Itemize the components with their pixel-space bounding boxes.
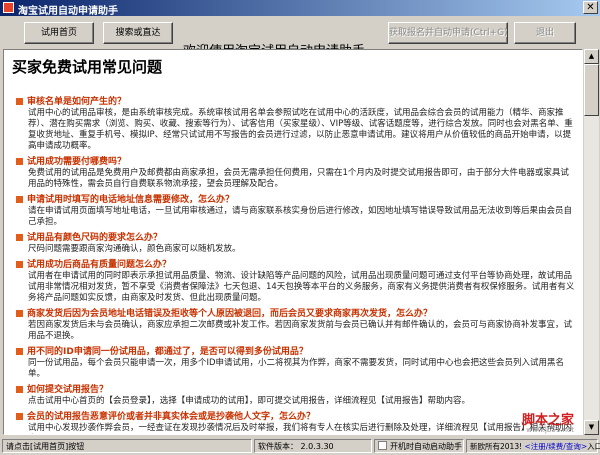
- faq-question-text: 如何提交试用报告？: [27, 385, 109, 395]
- autostart-checkbox[interactable]: [378, 441, 387, 450]
- faq-answer: 同一份试用品，每个会员只能申请一次，用多个ID申请试用，小二将视其为作弊，商家不…: [28, 358, 565, 379]
- autostart-label: 开机时自动启动助手: [390, 442, 462, 451]
- home-button[interactable]: 试用首页: [24, 22, 94, 44]
- scroll-thumb[interactable]: [584, 64, 599, 116]
- faq-question-text: 用不同的ID申请同一份试用品，都通过了，是否可以得到多份试用品？: [27, 347, 308, 357]
- scroll-down-icon[interactable]: ▼: [584, 420, 599, 435]
- page-title: 买家免费试用常见问题: [12, 58, 163, 76]
- status-bar: 请点击[试用首页]按钮 软件版本： 2.0.3.30 开机时自动启动助手 新欧所…: [0, 437, 600, 455]
- faq-question-text: 试用成功后商品有质量问题怎么办？: [27, 260, 172, 270]
- faq-question-text: 申请试用时填写的电话地址信息需要修改，怎么办？: [27, 195, 235, 205]
- bullet-icon: [16, 310, 23, 317]
- faq-question: 审核名单是如何产生的？: [16, 96, 576, 108]
- bullet-icon: [16, 413, 23, 420]
- faq-answer: 尺码问题需要跟商家沟通确认，颜色商家可以随机发放。: [28, 244, 241, 254]
- faq-question: 如何提交试用报告？: [16, 384, 576, 396]
- faq-answer: 试用中心发现抄袭作弊会员，一经查证在发现抄袭情况后及时举报，我们将有专人在核实后…: [28, 423, 573, 433]
- autostart-cell[interactable]: 开机时自动启动助手: [374, 439, 464, 453]
- close-button[interactable]: ✕: [583, 1, 598, 14]
- faq-content-pane[interactable]: 买家免费试用常见问题 审核名单是如何产生的？ 试用中心的试用品审核，是由系统审核完…: [3, 49, 583, 435]
- fetch-apply-button[interactable]: 获取报名并自动申请(Ctrl+G): [388, 22, 508, 44]
- faq-question-text: 审核名单是如何产生的？: [27, 97, 127, 107]
- bullet-icon: [16, 196, 23, 203]
- faq-question-text: 试用品有颜色尺码的要求怎么办？: [27, 233, 163, 243]
- bullet-icon: [16, 98, 23, 105]
- register-link[interactable]: <注册/续费/查询>: [524, 442, 587, 451]
- entry-text: 入口: [587, 442, 600, 451]
- toolbar: 试用首页 搜索或直达 欢迎使用淘宝试用自动申请助手... 获取报名并自动申请(C…: [0, 16, 600, 59]
- faq-question: 试用成功需要付哪费吗？: [16, 156, 576, 168]
- app-icon: [3, 2, 14, 13]
- faq-question: 试用品有颜色尺码的要求怎么办？: [16, 232, 576, 244]
- faq-question: 用不同的ID申请同一份试用品，都通过了，是否可以得到多份试用品？: [16, 346, 576, 358]
- bullet-icon: [16, 261, 23, 268]
- watermark-url: www.jb51.net: [526, 426, 574, 434]
- faq-question: 申请试用时填写的电话地址信息需要修改，怎么办？: [16, 194, 576, 206]
- copyright-cell: 新欧所有2013! <注册/续费/查询>入口: [466, 439, 600, 453]
- version-label: 软件版本：: [258, 442, 298, 451]
- faq-question-text: 试用成功需要付哪费吗？: [27, 157, 127, 167]
- faq-answer: 若因商家发货后未与会员确认，商家应承担二次邮费或补发工作。若因商家发货前与会员已…: [28, 320, 573, 341]
- faq-answer: 试用者在申请试用的同时即表示承担试用品质量、物流、设计缺陷等产品问题的风险，试用…: [28, 271, 575, 303]
- faq-question-text: 商家发货后因为会员地址电话错误及拒收等个人原因被退回，而后会员又要求商家再次发货…: [27, 309, 433, 319]
- vertical-scrollbar[interactable]: ▲ ▼: [584, 49, 599, 435]
- scroll-up-icon[interactable]: ▲: [584, 49, 599, 64]
- bullet-icon: [16, 348, 23, 355]
- faq-question: 会员的试用报告恶意评价或者并非真实体会或是抄袭他人文字，怎么办？: [16, 411, 576, 423]
- faq-answer: 免费试用的试用品是免费用户及邮费都由商家承担，会员无需承担任何费用，只需在1个月…: [28, 168, 569, 189]
- version-value: 2.0.3.30: [300, 442, 334, 451]
- bullet-icon: [16, 386, 23, 393]
- exit-button[interactable]: 退出: [514, 22, 576, 44]
- faq-answer: 试用中心的试用品审核，是由系统审核完成。系统审核试用名单会参照试吃在试用中心的活…: [28, 108, 573, 151]
- faq-question: 商家发货后因为会员地址电话错误及拒收等个人原因被退回，而后会员又要求商家再次发货…: [16, 308, 576, 320]
- faq-question: 试用成功后商品有质量问题怎么办？: [16, 259, 576, 271]
- title-bar: 淘宝试用自动申请助手 ✕: [0, 0, 600, 17]
- version-cell: 软件版本： 2.0.3.30: [254, 439, 372, 453]
- search-button[interactable]: 搜索或直达: [103, 22, 173, 44]
- faq-answer: 请在申请试用页面填写地址电话，一旦试用审核通过，请与商家联系核实身份后进行修改，…: [28, 206, 573, 227]
- bullet-icon: [16, 234, 23, 241]
- bullet-icon: [16, 158, 23, 165]
- faq-list: 审核名单是如何产生的？ 试用中心的试用品审核，是由系统审核完成。系统审核试用名单会…: [16, 96, 576, 434]
- window-title: 淘宝试用自动申请助手: [18, 6, 118, 17]
- faq-answer: 点击试用中心首页的【会员登录】，选择【申请成功的试用】，即可提交试用报告，详细流…: [28, 396, 471, 406]
- faq-question-text: 会员的试用报告恶意评价或者并非真实体会或是抄袭他人文字，怎么办？: [27, 412, 316, 422]
- copyright-text: 新欧所有2013!: [470, 442, 523, 451]
- status-hint: 请点击[试用首页]按钮: [2, 439, 252, 453]
